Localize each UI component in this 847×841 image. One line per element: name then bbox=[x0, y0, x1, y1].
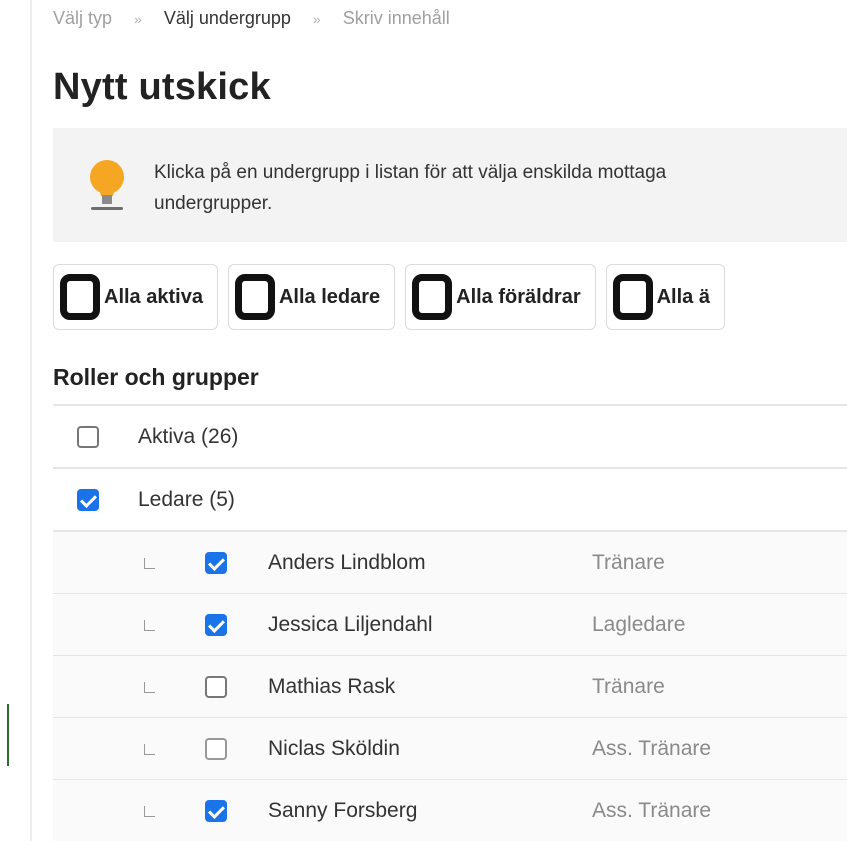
member-checkbox[interactable] bbox=[205, 551, 227, 574]
member-checkbox[interactable] bbox=[205, 737, 227, 760]
member-row[interactable]: Sanny Forsberg Ass. Tränare bbox=[53, 780, 847, 841]
info-text: Klicka på en undergrupp i listan för att… bbox=[154, 157, 666, 219]
select-all-active-label: Alla aktiva bbox=[104, 285, 203, 308]
select-all-leaders-label: Alla ledare bbox=[278, 285, 381, 308]
breadcrumb-step-choose-subgroup: Välj undergrupp bbox=[163, 8, 291, 28]
breadcrumb-separator: » bbox=[312, 10, 321, 27]
tree-branch-icon bbox=[144, 620, 155, 631]
select-all-leaders-checkbox[interactable] bbox=[234, 274, 275, 320]
select-all-other-button[interactable]: Alla ä bbox=[605, 264, 725, 330]
group-label-active[interactable]: Aktiva (26) bbox=[138, 425, 238, 449]
group-row-leaders[interactable]: Ledare (5) bbox=[53, 469, 847, 532]
member-name: Niclas Sköldin bbox=[268, 736, 400, 760]
member-role: Ass. Tränare bbox=[592, 798, 712, 822]
member-row[interactable]: Anders Lindblom Tränare bbox=[53, 532, 847, 594]
roles-groups-table: Aktiva (26) Ledare (5) Anders Lindblom T… bbox=[53, 404, 847, 841]
info-text-line-1: Klicka på en undergrupp i listan för att… bbox=[154, 162, 667, 183]
member-name: Mathias Rask bbox=[268, 674, 396, 698]
breadcrumb: Välj typ » Välj undergrupp » Skriv inneh… bbox=[53, 8, 450, 29]
group-checkbox-active[interactable] bbox=[77, 425, 99, 448]
page: Välj typ » Välj undergrupp » Skriv inneh… bbox=[0, 0, 847, 841]
select-all-leaders-button[interactable]: Alla ledare bbox=[227, 264, 396, 330]
quick-select-row: Alla aktiva Alla ledare Alla föräldrar A… bbox=[53, 264, 725, 330]
member-checkbox[interactable] bbox=[205, 613, 227, 636]
rail-marker bbox=[7, 704, 9, 766]
breadcrumb-step-choose-type[interactable]: Välj typ bbox=[53, 8, 112, 29]
tree-branch-icon bbox=[144, 682, 155, 693]
select-all-parents-checkbox[interactable] bbox=[412, 274, 453, 320]
info-box: Klicka på en undergrupp i listan för att… bbox=[53, 128, 847, 242]
tree-branch-icon bbox=[144, 744, 155, 755]
lightbulb-icon bbox=[90, 160, 124, 210]
info-text-line-2: undergrupper. bbox=[154, 193, 273, 214]
member-name: Sanny Forsberg bbox=[268, 798, 418, 822]
group-checkbox-leaders[interactable] bbox=[77, 488, 99, 511]
select-all-parents-button[interactable]: Alla föräldrar bbox=[405, 264, 596, 330]
tree-branch-icon bbox=[144, 558, 155, 569]
roles-groups-heading: Roller och grupper bbox=[53, 364, 259, 390]
select-all-parents-label: Alla föräldrar bbox=[456, 285, 581, 308]
member-name: Anders Lindblom bbox=[268, 550, 426, 574]
member-checkbox[interactable] bbox=[205, 675, 227, 698]
member-name: Jessica Liljendahl bbox=[268, 612, 433, 636]
member-role: Tränare bbox=[592, 674, 665, 698]
group-row-active[interactable]: Aktiva (26) bbox=[53, 406, 847, 469]
select-all-other-checkbox[interactable] bbox=[612, 274, 653, 320]
breadcrumb-separator: » bbox=[134, 10, 142, 27]
breadcrumb-step-write-content: Skriv innehåll bbox=[342, 8, 450, 28]
page-title: Nytt utskick bbox=[53, 66, 271, 108]
member-role: Ass. Tränare bbox=[592, 736, 712, 760]
member-role: Tränare bbox=[592, 550, 665, 574]
member-checkbox[interactable] bbox=[205, 799, 227, 822]
member-row[interactable]: Jessica Liljendahl Lagledare bbox=[53, 594, 847, 656]
member-row[interactable]: Niclas Sköldin Ass. Tränare bbox=[53, 718, 847, 780]
select-all-other-label: Alla ä bbox=[656, 285, 710, 308]
group-label-leaders[interactable]: Ledare (5) bbox=[138, 488, 235, 512]
member-row[interactable]: Mathias Rask Tränare bbox=[53, 656, 847, 718]
tree-branch-icon bbox=[144, 806, 155, 817]
select-all-active-button[interactable]: Alla aktiva bbox=[53, 264, 218, 330]
select-all-active-checkbox[interactable] bbox=[60, 274, 100, 320]
left-rail bbox=[0, 0, 32, 841]
member-role: Lagledare bbox=[592, 612, 686, 636]
